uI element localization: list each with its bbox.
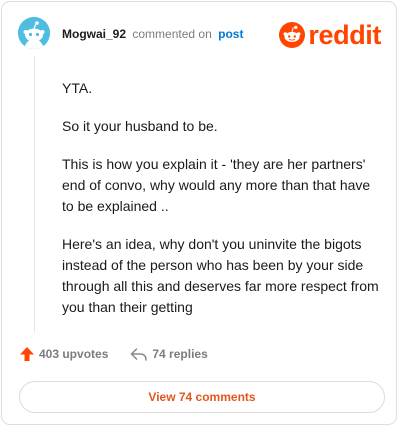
avatar[interactable] xyxy=(18,17,50,49)
comment-paragraph: This is how you explain it - 'they are h… xyxy=(62,156,371,214)
reddit-brand: reddit xyxy=(279,20,381,50)
view-comments-button[interactable]: View 74 comments xyxy=(19,381,385,413)
comment-header: Mogwai_92 commented on post xyxy=(62,27,243,42)
upvote-button[interactable]: 403 upvotes xyxy=(19,346,108,362)
snoo-avatar-icon xyxy=(18,17,50,49)
thread-line xyxy=(34,56,35,333)
reddit-wordmark: reddit xyxy=(308,20,381,50)
replies-button[interactable]: 74 replies xyxy=(130,347,208,361)
reply-arrow-icon xyxy=(131,348,148,361)
upvote-arrow-icon[interactable] xyxy=(19,346,35,362)
commented-on-text: commented on xyxy=(132,27,212,41)
comment-paragraph: So it your husband to be. xyxy=(62,118,218,134)
comment-card: Mogwai_92 commented on post reddit YTA. … xyxy=(1,1,397,425)
upvote-count: 403 upvotes xyxy=(39,347,109,361)
post-link[interactable]: post xyxy=(218,27,243,41)
username[interactable]: Mogwai_92 xyxy=(62,27,126,41)
comment-actions: 403 upvotes 74 replies xyxy=(19,346,208,362)
comment-body: YTA. So it your husband to be. This is h… xyxy=(62,78,382,335)
comment-paragraph: YTA. xyxy=(62,80,93,96)
replies-count: 74 replies xyxy=(152,347,208,361)
comment-paragraph: Here's an idea, why don't you uninvite t… xyxy=(62,236,379,315)
reddit-logo-icon xyxy=(279,22,306,48)
